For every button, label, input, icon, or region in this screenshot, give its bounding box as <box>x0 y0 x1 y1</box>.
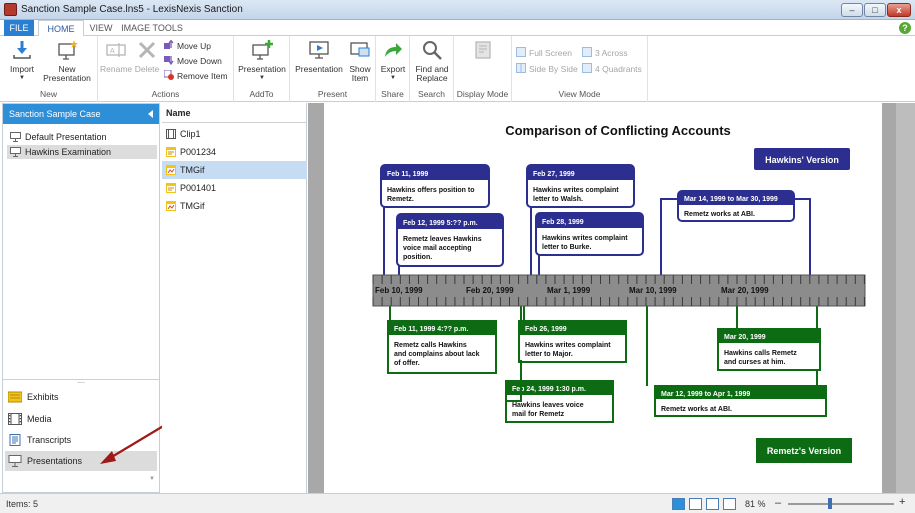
hawkins-event-card: Feb 11, 1999 Hawkins offers position to … <box>380 164 490 208</box>
axis-label: Feb 20, 1999 <box>466 286 514 295</box>
axis-label: Mar 1, 1999 <box>547 286 591 295</box>
remetz-event-card: Mar 20, 1999 Hawkins calls Remetz and cu… <box>717 328 821 371</box>
svg-text:Remetz leaves Hawkins: Remetz leaves Hawkins <box>403 236 482 243</box>
file-name: P001234 <box>180 147 217 157</box>
svg-text:Hawkins writes complaint: Hawkins writes complaint <box>533 187 619 194</box>
svg-text:Remetz works at ABI.: Remetz works at ABI. <box>661 406 732 413</box>
svg-text:letter to Major.: letter to Major. <box>525 351 573 358</box>
file-row[interactable]: TMGif <box>162 197 307 215</box>
fit-page-icon[interactable] <box>672 498 685 510</box>
file-row[interactable]: Clip1 <box>162 125 307 143</box>
svg-text:and curses at him.: and curses at him. <box>724 359 786 366</box>
svg-text:Feb 12, 1999 5:?? p.m.: Feb 12, 1999 5:?? p.m. <box>403 220 478 227</box>
document-icon <box>166 183 176 193</box>
svg-text:Remetz.: Remetz. <box>387 196 414 203</box>
svg-text:position.: position. <box>403 254 432 261</box>
zoom-in-button[interactable]: + <box>899 496 905 508</box>
zoom-level: 81 % <box>745 499 766 509</box>
image-icon <box>166 165 176 175</box>
clip-icon <box>166 129 176 139</box>
hawkins-event-card: Feb 12, 1999 5:?? p.m. Remetz leaves Haw… <box>396 213 504 267</box>
axis-label: Mar 20, 1999 <box>721 286 769 295</box>
items-count: Items: 5 <box>6 499 39 509</box>
remetz-event-card: Mar 12, 1999 to Apr 1, 1999 Remetz works… <box>654 385 827 417</box>
zoom-slider-thumb[interactable] <box>828 498 833 509</box>
file-list: Name Clip1 P001234 TMGif P001401 TMGif <box>162 103 307 493</box>
svg-text:and complains about lack: and complains about lack <box>394 351 480 358</box>
timeline-title: Comparison of Conflicting Accounts <box>505 123 731 138</box>
svg-text:Remetz works at ABI.: Remetz works at ABI. <box>684 211 755 218</box>
svg-text:Feb 27, 1999: Feb 27, 1999 <box>533 171 575 178</box>
svg-text:Feb 24, 1999 1:30 p.m.: Feb 24, 1999 1:30 p.m. <box>512 386 586 393</box>
zoom-out-button[interactable]: – <box>775 497 781 509</box>
remetz-event-card: Feb 26, 1999 Hawkins writes complaint le… <box>518 320 627 363</box>
file-row[interactable]: P001234 <box>162 143 307 161</box>
file-name: TMGif <box>180 165 205 175</box>
svg-text:letter to Burke.: letter to Burke. <box>542 244 591 251</box>
svg-text:Remetz calls Hawkins: Remetz calls Hawkins <box>394 342 467 349</box>
hawkins-event-card: Mar 14, 1999 to Mar 30, 1999 Remetz work… <box>677 190 795 222</box>
svg-text:Mar 14, 1999 to Mar 30, 1999: Mar 14, 1999 to Mar 30, 1999 <box>684 196 778 203</box>
timeline-graphic: Comparison of Conflicting Accounts Hawki… <box>372 123 866 463</box>
svg-text:Feb 28, 1999: Feb 28, 1999 <box>542 219 584 226</box>
svg-text:Hawkins offers position to: Hawkins offers position to <box>387 187 475 194</box>
svg-text:Feb 11, 1999: Feb 11, 1999 <box>387 171 428 178</box>
fit-height-icon[interactable] <box>706 498 719 510</box>
slide: Comparison of Conflicting Accounts Hawki… <box>324 103 882 493</box>
vertical-scrollbar[interactable] <box>896 103 915 493</box>
hawkins-event-card: Feb 28, 1999 Hawkins writes complaint le… <box>535 212 644 256</box>
svg-text:voice mail accepting: voice mail accepting <box>403 245 471 252</box>
file-name: Clip1 <box>180 129 201 139</box>
document-icon <box>166 147 176 157</box>
file-row[interactable]: P001401 <box>162 179 307 197</box>
svg-text:Hawkins calls Remetz: Hawkins calls Remetz <box>724 350 797 357</box>
svg-text:mail for Remetz: mail for Remetz <box>512 411 565 418</box>
svg-text:letter to Walsh.: letter to Walsh. <box>533 196 583 203</box>
status-bar: Items: 5 81 % – + <box>0 493 915 513</box>
svg-text:Hawkins writes complaint: Hawkins writes complaint <box>542 235 628 242</box>
remetz-version-label: Remetz's Version <box>767 446 841 456</box>
fit-width-icon[interactable] <box>689 498 702 510</box>
remetz-event-card: Feb 24, 1999 1:30 p.m. Hawkins leaves vo… <box>505 380 614 423</box>
file-name: P001401 <box>180 183 217 193</box>
actual-size-icon[interactable] <box>723 498 736 510</box>
axis-label: Feb 10, 1999 <box>375 286 423 295</box>
svg-text:Feb 26, 1999: Feb 26, 1999 <box>525 326 567 333</box>
svg-text:of offer.: of offer. <box>394 360 420 367</box>
image-icon <box>166 201 176 211</box>
file-row-selected[interactable]: TMGif <box>162 161 307 179</box>
hawkins-event-card: Feb 27, 1999 Hawkins writes complaint le… <box>526 164 635 208</box>
hawkins-version-label: Hawkins' Version <box>765 155 839 165</box>
column-header-name[interactable]: Name <box>162 103 307 123</box>
remetz-event-card: Feb 11, 1999 4:?? p.m. Remetz calls Hawk… <box>387 320 497 374</box>
svg-text:Mar 12, 1999 to Apr 1, 1999: Mar 12, 1999 to Apr 1, 1999 <box>661 391 750 398</box>
svg-text:Hawkins leaves voice: Hawkins leaves voice <box>512 402 584 409</box>
zoom-slider[interactable] <box>788 503 894 505</box>
image-viewer[interactable]: Comparison of Conflicting Accounts Hawki… <box>308 103 915 493</box>
file-name: TMGif <box>180 201 205 211</box>
svg-text:Mar 20, 1999: Mar 20, 1999 <box>724 334 766 341</box>
svg-text:Hawkins writes complaint: Hawkins writes complaint <box>525 342 611 349</box>
svg-text:Feb 11, 1999 4:?? p.m.: Feb 11, 1999 4:?? p.m. <box>394 326 468 333</box>
axis-label: Mar 10, 1999 <box>629 286 677 295</box>
